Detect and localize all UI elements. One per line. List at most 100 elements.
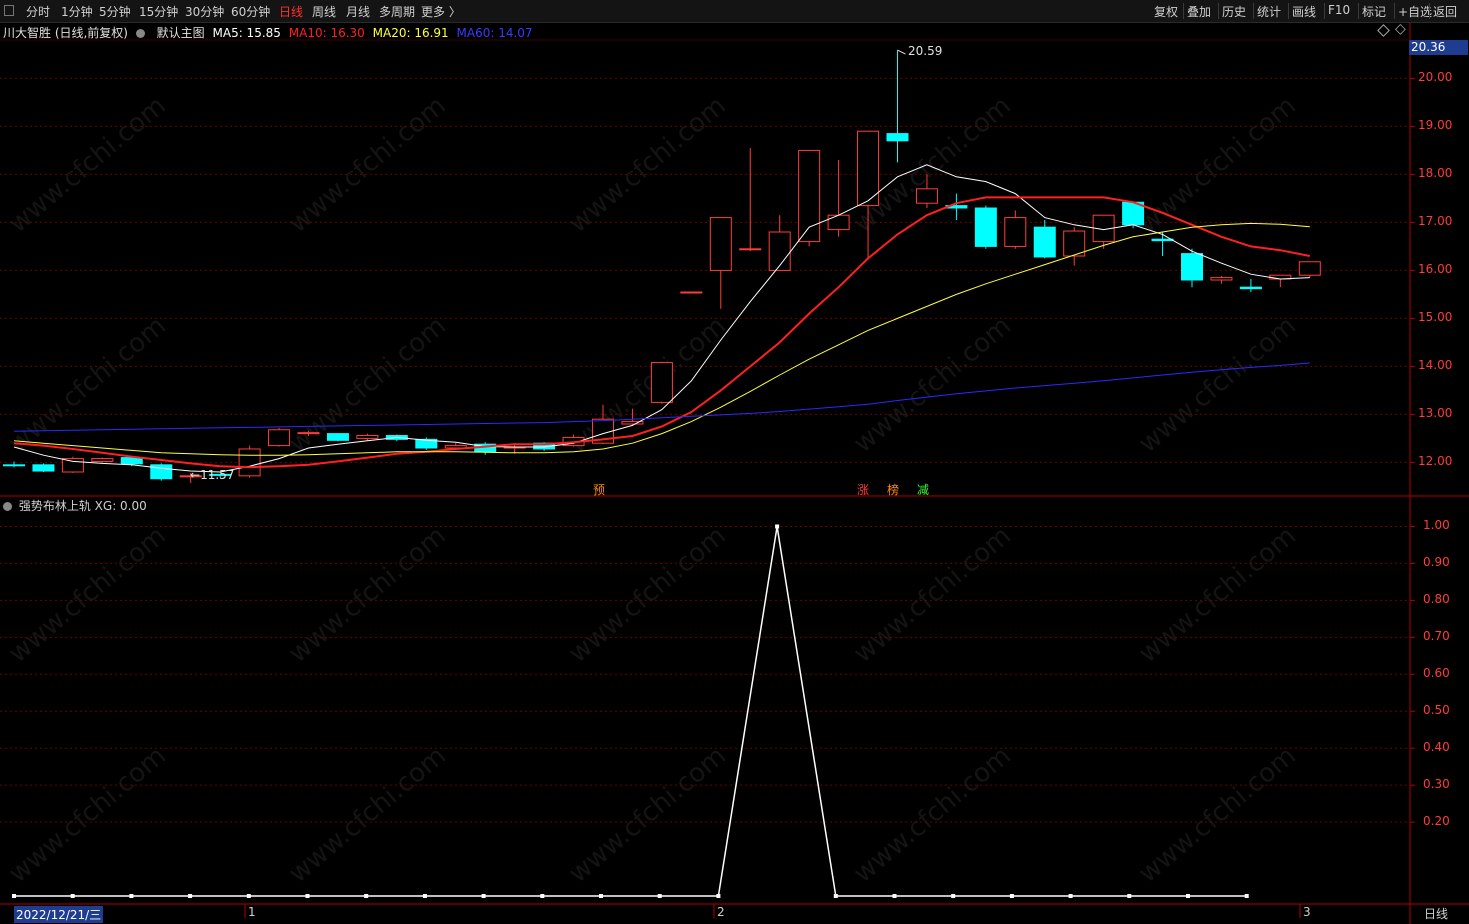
xg-point [775, 524, 780, 529]
period-tab-10[interactable]: 更多 〉 [421, 3, 461, 20]
indicator-xg: XG: 0.00 [94, 499, 147, 513]
cursor-date-label: 2022/12/21/三 [14, 906, 104, 923]
period-tab-5[interactable]: 60分钟 [231, 3, 270, 20]
xg-point [1009, 894, 1014, 898]
toolbar-divider [1218, 3, 1219, 19]
period-tab-4[interactable]: 30分钟 [185, 3, 224, 20]
xg-point [129, 894, 134, 898]
period-tab-3[interactable]: 15分钟 [139, 3, 178, 20]
close-icon[interactable]: ◇ [1395, 21, 1406, 37]
low-annotation: ←11.57 [190, 468, 235, 482]
period-tab-1[interactable]: 1分钟 [61, 3, 93, 20]
tag-zhang[interactable]: 涨 [857, 481, 869, 498]
xg-point [1068, 894, 1073, 898]
candle-body-up [356, 435, 379, 439]
candle-body-down [120, 457, 143, 465]
indicator-settings-icon[interactable] [3, 499, 15, 513]
price-tick-label: 17.00 [1418, 214, 1453, 229]
toolbar-divider [1288, 3, 1289, 19]
xg-point [951, 894, 956, 898]
period-tab-9[interactable]: 多周期 [379, 3, 415, 20]
period-label: 日线 [1424, 907, 1449, 921]
period-tab-8[interactable]: 月线 [346, 3, 370, 20]
toolbar-button-5[interactable]: F10 [1328, 3, 1350, 17]
xg-point [716, 894, 721, 898]
current-price-tag: 20.36 [1409, 40, 1468, 55]
candle-body-down [3, 464, 25, 467]
toolbar-button-2[interactable]: 历史 [1222, 3, 1246, 20]
candle-body-up [650, 362, 673, 403]
ma-line-ma10 [13, 196, 1310, 469]
main-chart-name[interactable]: 默认主图 [157, 26, 205, 40]
toolbar-divider [1253, 3, 1254, 19]
xg-point [892, 894, 897, 898]
indicator-tick-label: 0.50 [1423, 703, 1450, 718]
price-tick-label: 14.00 [1418, 358, 1453, 373]
candle-body-up [1298, 261, 1321, 276]
toolbar-button-8[interactable]: 返回 [1433, 3, 1457, 20]
toolbar-divider [1429, 3, 1430, 19]
xg-point [599, 894, 603, 898]
period-tab-6[interactable]: 日线 [279, 3, 303, 20]
xg-point [657, 894, 662, 898]
candle-body-up [739, 248, 762, 251]
ma5-label: MA5: 15.85 [212, 26, 281, 40]
high-annotation: 20.59 [908, 44, 943, 58]
candle-body-up [915, 188, 938, 204]
ma10-label: MA10: 16.30 [288, 26, 365, 40]
candle-body-up [61, 458, 84, 473]
toolbar-button-1[interactable]: 叠加 [1187, 3, 1211, 20]
period-tab-2[interactable]: 5分钟 [99, 3, 131, 20]
indicator-tick-label: 0.20 [1423, 814, 1450, 829]
indicator-tick-label: 0.40 [1423, 740, 1450, 755]
main-chart-header: 川大智胜 (日线,前复权) 默认主图 MA5: 15.85 MA10: 16.3… [3, 24, 537, 41]
time-axis-label: 3 [1303, 905, 1311, 919]
indicator-name[interactable]: 强势布林上轨 [19, 499, 91, 513]
price-tick-label: 20.00 [1418, 70, 1453, 85]
indicator-tick-label: 0.90 [1423, 555, 1450, 570]
candle-body-down [326, 433, 349, 441]
moving-averages [13, 49, 1310, 473]
candle-body-up [680, 291, 703, 294]
time-axis-label: 2 [717, 905, 725, 919]
xg-point [833, 894, 838, 898]
candle-body-up [297, 432, 320, 435]
period-tab-0[interactable]: 分时 [26, 3, 50, 20]
candle-body-up [1004, 217, 1027, 247]
xg-point [305, 894, 310, 898]
xg-point [364, 894, 369, 898]
high-marker [897, 49, 906, 55]
ma60-label: MA60: 14.07 [456, 26, 533, 40]
candle-body-up [827, 214, 850, 231]
tag-yu[interactable]: 预 [593, 481, 605, 498]
settings-icon[interactable] [135, 26, 149, 40]
toolbar-button-7[interactable]: +自选 [1398, 3, 1432, 20]
toolbar-button-6[interactable]: 标记 [1362, 3, 1386, 20]
xg-point [481, 894, 486, 898]
period-tab-7[interactable]: 周线 [312, 3, 336, 20]
xg-point [188, 894, 193, 898]
panel-toggle-icon[interactable] [4, 5, 14, 16]
tag-bang[interactable]: 榜 [887, 481, 899, 498]
tag-jian[interactable]: 减 [917, 481, 929, 498]
xg-point [12, 894, 16, 898]
price-tick-label: 19.00 [1418, 118, 1453, 133]
price-tick-label: 15.00 [1418, 310, 1453, 325]
toolbar-button-4[interactable]: 画线 [1292, 3, 1316, 20]
grid [0, 77, 1410, 823]
candle-body-down [32, 464, 55, 472]
candle-body-down [1151, 238, 1174, 242]
xg-point [246, 894, 251, 898]
toolbar-button-3[interactable]: 统计 [1257, 3, 1281, 20]
toolbar-divider [1324, 3, 1325, 19]
candle-body-up [238, 448, 261, 477]
indicator-tick-label: 0.70 [1423, 629, 1450, 644]
candle-body-down [1181, 253, 1203, 281]
toolbar-button-0[interactable]: 复权 [1154, 3, 1178, 20]
indicator-tick-label: 0.60 [1423, 666, 1450, 681]
xg-point [1186, 894, 1190, 898]
xg-point [1127, 894, 1132, 898]
toolbar-divider [1183, 3, 1184, 19]
ma20-label: MA20: 16.91 [372, 26, 449, 40]
candle-body-up [768, 231, 791, 271]
